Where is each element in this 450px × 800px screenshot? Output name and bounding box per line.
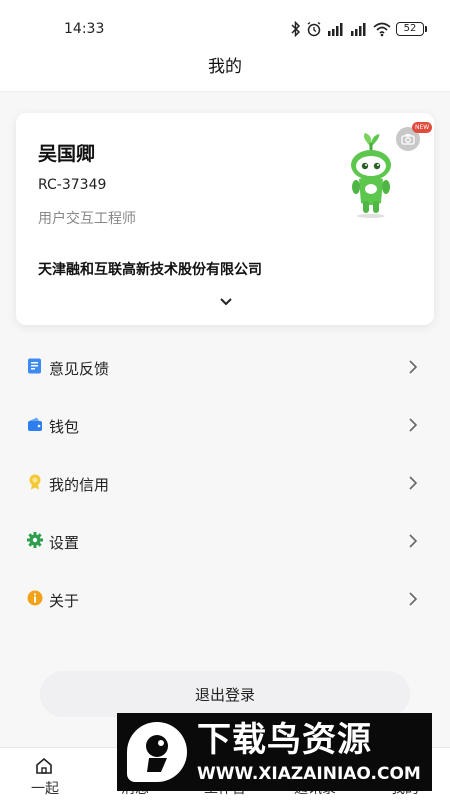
mascot-avatar[interactable]	[341, 133, 401, 219]
menu-item-settings[interactable]: 设置	[0, 512, 450, 570]
signal-hd-icon	[328, 23, 343, 36]
bird-logo-icon	[127, 722, 187, 782]
menu-item-feedback[interactable]: 意见反馈	[0, 338, 450, 396]
page-title: 我的	[208, 57, 242, 77]
info-icon	[27, 590, 43, 606]
menu-item-label: 钱包	[49, 418, 80, 436]
signal-hd-icon	[351, 23, 366, 36]
gear-icon	[27, 532, 43, 548]
tab-label: 一起	[31, 781, 59, 797]
feedback-icon	[28, 358, 41, 374]
camera-icon	[401, 134, 415, 145]
new-badge: NEW	[412, 122, 433, 133]
wifi-icon	[373, 22, 391, 37]
chevron-right-icon	[409, 476, 418, 490]
menu-item-label: 意见反馈	[49, 360, 110, 378]
chevron-right-icon	[409, 534, 418, 548]
status-bar: 14:33 52	[0, 0, 450, 52]
menu-item-label: 设置	[49, 534, 80, 552]
user-id: RC-37349	[38, 177, 107, 193]
menu-item-wallet[interactable]: 钱包	[0, 396, 450, 454]
page-header: 我的	[0, 52, 450, 92]
watermark-title: 下载鸟资源	[197, 720, 372, 760]
home-icon	[36, 757, 52, 774]
credit-icon	[29, 474, 41, 490]
user-role: 用户交互工程师	[38, 211, 136, 227]
wallet-icon	[28, 417, 42, 431]
chevron-right-icon	[409, 592, 418, 606]
chevron-right-icon	[409, 360, 418, 374]
chevron-right-icon	[409, 418, 418, 432]
tab-together[interactable]: 一起	[0, 748, 90, 800]
menu-item-label: 我的信用	[49, 476, 110, 494]
watermark-banner: 下载鸟资源 WWW.XIAZAINIAO.COM	[117, 713, 432, 791]
battery-icon: 52	[396, 22, 427, 36]
user-name: 吴国卿	[38, 143, 96, 165]
menu-item-label: 关于	[49, 592, 80, 610]
logout-button[interactable]: 退出登录	[40, 671, 410, 717]
status-icons: 52	[291, 20, 427, 38]
watermark-url: WWW.XIAZAINIAO.COM	[197, 764, 421, 784]
menu-list: 意见反馈 钱包 我的信用 设置 关于	[0, 338, 450, 628]
status-time: 14:33	[64, 21, 105, 37]
chevron-down-icon[interactable]	[218, 295, 234, 309]
menu-item-credit[interactable]: 我的信用	[0, 454, 450, 512]
menu-item-about[interactable]: 关于	[0, 570, 450, 628]
profile-card[interactable]: 吴国卿 RC-37349 用户交互工程师 天津融和互联高新技术股份有限公司 NE…	[16, 113, 434, 325]
company-name: 天津融和互联高新技术股份有限公司	[38, 262, 262, 278]
alarm-icon	[307, 21, 321, 37]
bluetooth-icon	[291, 21, 301, 37]
